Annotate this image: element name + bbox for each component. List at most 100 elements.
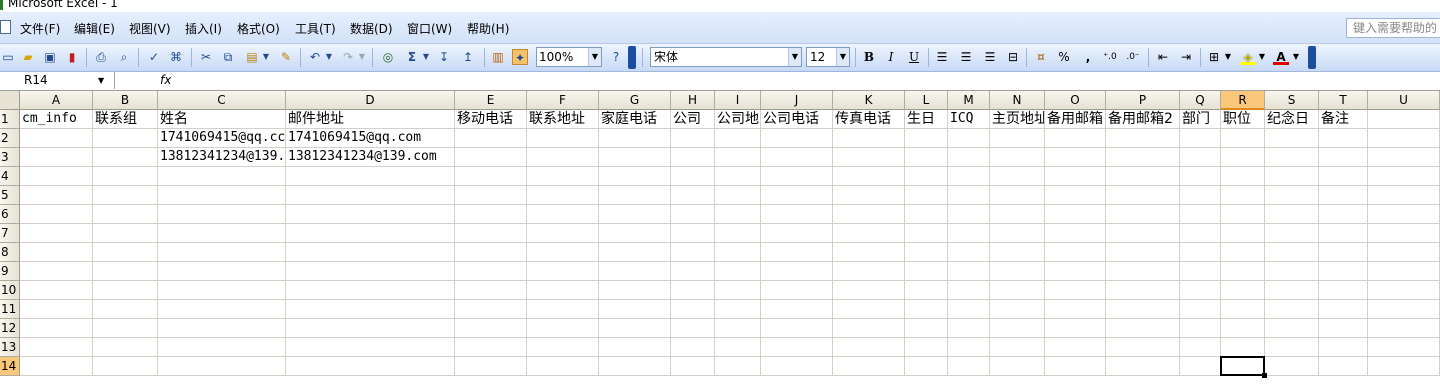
cell-G2[interactable] — [599, 129, 671, 148]
open-icon[interactable]: ▰ — [20, 49, 36, 65]
borders-icon[interactable]: ⊞ — [1206, 49, 1222, 65]
chevron-down-icon[interactable]: ▼ — [98, 72, 104, 89]
cell-U2[interactable] — [1368, 129, 1440, 148]
format-painter-icon[interactable]: ✎ — [278, 49, 294, 65]
cell-J10[interactable] — [761, 281, 833, 300]
cell-H11[interactable] — [671, 300, 715, 319]
cell-D6[interactable] — [286, 205, 455, 224]
cut-icon[interactable]: ✂ — [198, 49, 214, 65]
cell-E11[interactable] — [455, 300, 527, 319]
cell-L4[interactable] — [905, 167, 948, 186]
cell-J8[interactable] — [761, 243, 833, 262]
cell-I1[interactable]: 公司地 — [715, 110, 761, 129]
cell-U13[interactable] — [1368, 338, 1440, 357]
cell-U1[interactable] — [1368, 110, 1440, 129]
cell-E5[interactable] — [455, 186, 527, 205]
cell-T3[interactable] — [1319, 148, 1368, 167]
cell-C5[interactable] — [158, 186, 286, 205]
cell-R1[interactable]: 职位 — [1221, 110, 1265, 129]
cell-K13[interactable] — [833, 338, 905, 357]
cell-H8[interactable] — [671, 243, 715, 262]
cell-J12[interactable] — [761, 319, 833, 338]
drawing-icon[interactable]: ✦ — [512, 49, 528, 65]
cell-J4[interactable] — [761, 167, 833, 186]
cell-G8[interactable] — [599, 243, 671, 262]
cell-S7[interactable] — [1265, 224, 1319, 243]
cell-I2[interactable] — [715, 129, 761, 148]
chevron-down-icon[interactable]: ▼ — [836, 48, 849, 66]
cell-C9[interactable] — [158, 262, 286, 281]
cell-N3[interactable] — [990, 148, 1045, 167]
italic-button[interactable]: I — [883, 49, 899, 65]
menu-insert[interactable]: 插入(I) — [185, 20, 222, 37]
cell-M11[interactable] — [948, 300, 990, 319]
cell-B8[interactable] — [93, 243, 158, 262]
cell-B9[interactable] — [93, 262, 158, 281]
percent-button[interactable]: % — [1056, 49, 1072, 65]
cell-E4[interactable] — [455, 167, 527, 186]
cell-F4[interactable] — [527, 167, 599, 186]
cell-K1[interactable]: 传真电话 — [833, 110, 905, 129]
cell-A7[interactable] — [20, 224, 93, 243]
cell-Q14[interactable] — [1180, 357, 1221, 376]
cell-D8[interactable] — [286, 243, 455, 262]
cell-T14[interactable] — [1319, 357, 1368, 376]
cell-D3[interactable]: 13812341234@139.com — [286, 148, 455, 167]
row-header-1[interactable]: 1 — [0, 110, 20, 129]
cell-R11[interactable] — [1221, 300, 1265, 319]
cell-N12[interactable] — [990, 319, 1045, 338]
cell-O4[interactable] — [1045, 167, 1106, 186]
cell-D10[interactable] — [286, 281, 455, 300]
menu-help[interactable]: 帮助(H) — [467, 20, 509, 37]
cell-E3[interactable] — [455, 148, 527, 167]
cell-Q4[interactable] — [1180, 167, 1221, 186]
cell-A2[interactable] — [20, 129, 93, 148]
column-header-F[interactable]: F — [527, 91, 599, 110]
cell-T7[interactable] — [1319, 224, 1368, 243]
cell-U14[interactable] — [1368, 357, 1440, 376]
cell-U5[interactable] — [1368, 186, 1440, 205]
align-left-icon[interactable]: ☰ — [934, 49, 950, 65]
column-header-R[interactable]: R — [1221, 91, 1265, 110]
cell-G3[interactable] — [599, 148, 671, 167]
hyperlink-icon[interactable]: ◎ — [380, 49, 396, 65]
cell-M4[interactable] — [948, 167, 990, 186]
cell-T12[interactable] — [1319, 319, 1368, 338]
cell-M1[interactable]: ICQ — [948, 110, 990, 129]
cell-I4[interactable] — [715, 167, 761, 186]
cell-N13[interactable] — [990, 338, 1045, 357]
cell-S1[interactable]: 纪念日 — [1265, 110, 1319, 129]
cell-R6[interactable] — [1221, 205, 1265, 224]
cell-N1[interactable]: 主页地址 — [990, 110, 1045, 129]
cell-D14[interactable] — [286, 357, 455, 376]
cell-E6[interactable] — [455, 205, 527, 224]
fill-handle[interactable] — [1262, 373, 1267, 378]
cell-F6[interactable] — [527, 205, 599, 224]
cell-G4[interactable] — [599, 167, 671, 186]
cell-R9[interactable] — [1221, 262, 1265, 281]
cell-O2[interactable] — [1045, 129, 1106, 148]
menu-edit[interactable]: 编辑(E) — [74, 20, 115, 37]
sort-descending-icon[interactable]: ↥ — [460, 49, 476, 65]
cell-U6[interactable] — [1368, 205, 1440, 224]
cell-C2[interactable]: 1741069415@qq.cc — [158, 129, 286, 148]
cell-N6[interactable] — [990, 205, 1045, 224]
cell-L9[interactable] — [905, 262, 948, 281]
cell-O13[interactable] — [1045, 338, 1106, 357]
cell-F13[interactable] — [527, 338, 599, 357]
cell-P6[interactable] — [1106, 205, 1180, 224]
cell-K7[interactable] — [833, 224, 905, 243]
column-header-O[interactable]: O — [1045, 91, 1106, 110]
cell-S11[interactable] — [1265, 300, 1319, 319]
cell-I13[interactable] — [715, 338, 761, 357]
cell-G7[interactable] — [599, 224, 671, 243]
cell-B5[interactable] — [93, 186, 158, 205]
menu-format[interactable]: 格式(O) — [237, 20, 280, 37]
cell-Q1[interactable]: 部门 — [1180, 110, 1221, 129]
column-header-U[interactable]: U — [1368, 91, 1440, 110]
cell-O10[interactable] — [1045, 281, 1106, 300]
cell-C6[interactable] — [158, 205, 286, 224]
cell-T6[interactable] — [1319, 205, 1368, 224]
cell-K9[interactable] — [833, 262, 905, 281]
column-header-E[interactable]: E — [455, 91, 527, 110]
